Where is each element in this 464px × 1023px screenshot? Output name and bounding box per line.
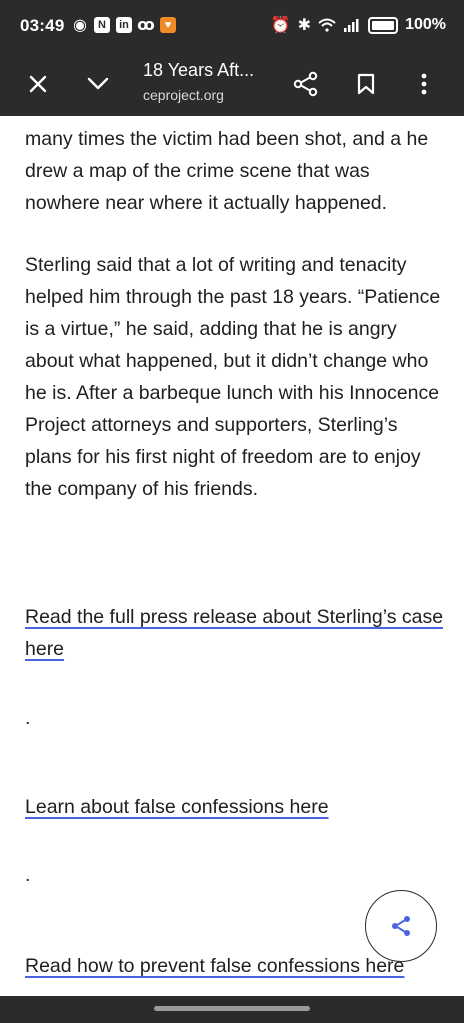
chevron-down-icon	[87, 77, 109, 90]
minimize-button[interactable]	[78, 64, 118, 104]
heart-app-icon: ♥	[160, 17, 176, 33]
page-url: ceproject.org	[143, 87, 224, 103]
signal-icon	[344, 19, 359, 32]
eye-icon: ◉	[73, 17, 87, 34]
bluetooth-icon: ✱	[297, 17, 312, 34]
separator-dot: .	[25, 707, 31, 729]
notification-icons: ◉ N in ꝏ ♥	[72, 17, 176, 34]
press-release-link[interactable]: Read the full press release about Sterli…	[25, 601, 445, 665]
close-button[interactable]	[18, 64, 58, 104]
separator-dot: .	[25, 864, 31, 886]
press-release-link-text: Read the full press release about Sterli…	[25, 606, 444, 660]
battery-level: 100%	[405, 16, 446, 33]
share-button[interactable]	[286, 64, 326, 104]
status-time: 03:49	[20, 16, 65, 35]
nfc-n-icon: N	[94, 17, 110, 33]
linkedin-icon: in	[116, 17, 132, 33]
more-vert-icon	[421, 73, 427, 95]
page-title: 18 Years Aft...	[143, 60, 255, 80]
home-gesture-handle[interactable]	[154, 1006, 310, 1011]
share-icon	[293, 71, 318, 97]
voicemail-icon: ꝏ	[137, 17, 155, 34]
false-confessions-link-text: Learn about false confessions here	[25, 796, 329, 818]
status-bar: 03:49 ◉ N in ꝏ ♥ ⏰ ✱ 100%	[0, 0, 464, 52]
alarm-icon: ⏰	[270, 17, 291, 34]
wifi-icon	[318, 18, 336, 32]
browser-toolbar: 18 Years Aft... ceproject.org	[0, 52, 464, 116]
close-icon	[29, 75, 47, 93]
floating-share-button[interactable]	[365, 890, 437, 962]
prevent-false-confessions-link-text: Read how to prevent false confessions he…	[25, 955, 405, 977]
battery-icon	[368, 16, 399, 34]
article-paragraph: many times the victim had been shot, and…	[25, 128, 429, 214]
system-nav-bar	[0, 996, 464, 1023]
article-paragraph: Sterling said that a lot of writing and …	[25, 254, 441, 500]
more-options-button[interactable]	[404, 64, 444, 104]
false-confessions-link[interactable]: Learn about false confessions here	[25, 791, 445, 823]
share-icon	[392, 916, 410, 936]
bookmark-button[interactable]	[346, 64, 386, 104]
system-icons: ⏰ ✱ 100%	[271, 15, 446, 35]
bookmark-icon	[357, 73, 375, 95]
